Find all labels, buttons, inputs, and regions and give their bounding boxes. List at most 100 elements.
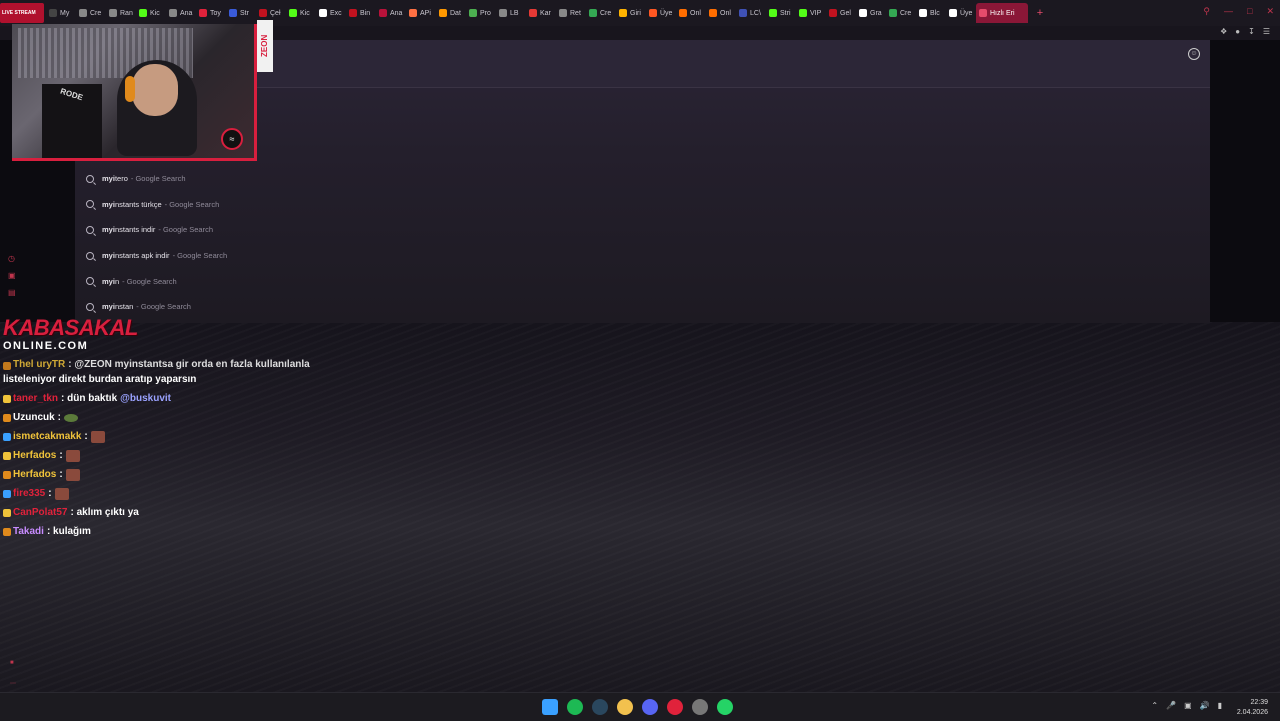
chat-username: Herfados: [13, 450, 57, 461]
volume-icon[interactable]: 🔊: [1200, 701, 1210, 710]
browser-tab[interactable]: Cre: [586, 3, 614, 23]
suggestion-source: - Google Search: [122, 276, 177, 286]
tab-favicon-icon: [229, 9, 237, 17]
browser-tab[interactable]: Gra: [856, 3, 884, 23]
chat-username: Thel uryTR: [13, 359, 66, 370]
tray-overflow-icon[interactable]: ⌃: [1151, 701, 1158, 710]
history-icon[interactable]: ◷: [8, 254, 16, 263]
maximize-button[interactable]: □: [1247, 6, 1252, 17]
browser-tab[interactable]: Kar: [526, 3, 554, 23]
opera-gx-icon[interactable]: [667, 699, 683, 715]
microphone-icon[interactable]: 🎤: [1166, 701, 1176, 710]
tab-favicon-icon: [409, 9, 417, 17]
browser-tab[interactable]: Gel: [826, 3, 854, 23]
browser-tab[interactable]: Giri: [616, 3, 644, 23]
chat-text: : aklım çıktı ya: [70, 507, 139, 518]
chat-icon[interactable]: ▤: [8, 288, 16, 297]
chrome-icon[interactable]: [692, 699, 708, 715]
discord-icon[interactable]: [642, 699, 658, 715]
menu-icon[interactable]: ☰: [1263, 27, 1270, 36]
tab-label: Gel: [840, 9, 851, 17]
account-icon[interactable]: ●: [1235, 27, 1240, 36]
whatsapp-icon[interactable]: [717, 699, 733, 715]
chat-overlay: Thel uryTR: @ZEON myinstantsa gir orda e…: [3, 358, 363, 541]
suggestion-source: - Google Search: [164, 199, 220, 209]
tab-strip: LIVE STREAM My Cre Ran Kic Ana Toy Str Çeł Kic Exc…: [0, 0, 1280, 26]
browser-tab[interactable]: Dat: [436, 3, 464, 23]
new-tab-button[interactable]: +: [1034, 7, 1046, 19]
browser-tab[interactable]: Ana: [166, 3, 194, 23]
close-button[interactable]: ✕: [1266, 6, 1274, 17]
chat-badge-icon: [3, 451, 11, 460]
tab-favicon-icon: [139, 9, 147, 17]
tab-label: My: [60, 9, 70, 17]
browser-tab[interactable]: Stri: [766, 3, 794, 23]
chat-username: fire335: [13, 488, 46, 499]
search-icon: [86, 302, 94, 311]
extensions-icon[interactable]: ❖: [1220, 27, 1227, 36]
headset-icon: [125, 76, 135, 102]
bag-icon[interactable]: ▣: [8, 271, 16, 280]
browser-tab[interactable]: Blc: [916, 3, 944, 23]
suggestion-query: myinstants türkçe: [102, 199, 162, 209]
tab-label: Hızlı Eri: [990, 9, 1015, 17]
suggestion-query: myinstan: [102, 302, 134, 312]
search-suggestion[interactable]: myin - Google Search: [75, 268, 1210, 294]
browser-tab[interactable]: Pro: [466, 3, 494, 23]
battery-icon[interactable]: ▮: [1218, 701, 1222, 710]
emoji-icon[interactable]: ☺: [1188, 48, 1200, 60]
downloads-icon[interactable]: ↧: [1248, 27, 1255, 36]
windows-icon[interactable]: [542, 699, 558, 715]
spotify-icon[interactable]: [567, 699, 583, 715]
browser-tab[interactable]: Kic: [136, 3, 164, 23]
search-suggestion[interactable]: myinstants türkçe - Google Search: [75, 192, 1210, 218]
browser-tab[interactable]: LB: [496, 3, 524, 23]
browser-tab[interactable]: Üye: [946, 3, 974, 23]
search-tabs-icon[interactable]: ⚲: [1203, 6, 1210, 17]
search-suggestion[interactable]: myinstants indir - Google Search: [75, 217, 1210, 243]
browser-tab[interactable]: Kic: [286, 3, 314, 23]
browser-tab[interactable]: Str: [226, 3, 254, 23]
suggestion-source: - Google Search: [136, 302, 191, 312]
browser-tab[interactable]: Üye: [646, 3, 674, 23]
browser-tab[interactable]: Cre: [76, 3, 104, 23]
browser-tab[interactable]: Cre: [886, 3, 914, 23]
chat-username: Uzuncuk: [13, 412, 55, 423]
stream-logo-badge: ≈: [221, 128, 243, 150]
browser-tab[interactable]: My: [46, 3, 74, 23]
browser-tab[interactable]: VIP: [796, 3, 824, 23]
browser-tab[interactable]: Exc: [316, 3, 344, 23]
file-explorer-icon[interactable]: [617, 699, 633, 715]
chat-text: :: [57, 412, 62, 423]
steam-icon[interactable]: [592, 699, 608, 715]
browser-tab[interactable]: LIVE STREAM: [0, 3, 44, 23]
search-suggestion[interactable]: myinstants apk indir - Google Search: [75, 243, 1210, 269]
browser-tab[interactable]: Ran: [106, 3, 134, 23]
tab-label: Kic: [150, 9, 160, 17]
chat-text: :: [48, 488, 52, 499]
browser-tab[interactable]: Onl: [676, 3, 704, 23]
browser-tab[interactable]: Toy: [196, 3, 224, 23]
chat-text: : kulağım: [46, 526, 91, 537]
browser-tab[interactable]: LC\: [736, 3, 764, 23]
browser-tab[interactable]: Onl: [706, 3, 734, 23]
tab-favicon-icon: [829, 9, 837, 17]
chat-emote-icon: [65, 468, 80, 481]
search-suggestion[interactable]: myinstan - Google Search: [75, 294, 1210, 320]
browser-tab[interactable]: APi: [406, 3, 434, 23]
minimize-button[interactable]: —: [1224, 6, 1233, 17]
suggestion-query: myinstants indir: [102, 225, 156, 235]
tab-label: Çeł: [270, 9, 281, 17]
browser-tab[interactable]: Ret: [556, 3, 584, 23]
tab-active[interactable]: Hızlı Eri: [976, 3, 1028, 23]
sponsor-logo: KABASAKAL ONLINE.COM: [3, 316, 138, 353]
suggestion-query: myitero: [102, 174, 128, 184]
network-icon[interactable]: ▣: [1184, 701, 1192, 710]
chat-emote-icon: [90, 430, 105, 443]
clock[interactable]: 22:39 2.04.2026: [1237, 698, 1268, 718]
browser-tab[interactable]: Bin: [346, 3, 374, 23]
chat-username: Takadi: [13, 526, 44, 537]
browser-tab[interactable]: Ana: [376, 3, 404, 23]
tab-label: Toy: [210, 9, 221, 17]
search-suggestion[interactable]: myitero - Google Search: [75, 166, 1210, 192]
